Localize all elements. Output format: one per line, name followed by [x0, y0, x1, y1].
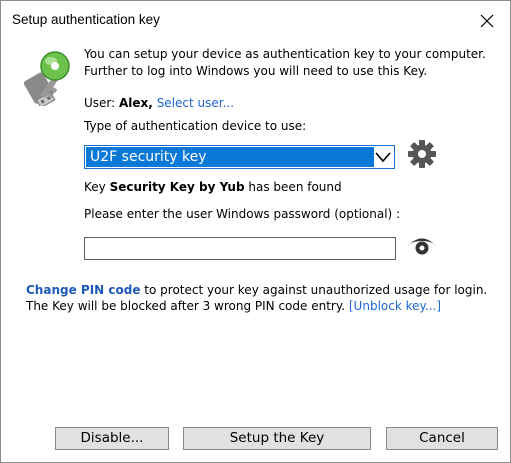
password-label: Please enter the user Windows password (…: [84, 207, 401, 221]
key-name: Security Key by Yub: [109, 180, 245, 194]
intro-line-1: You can setup your device as authenticat…: [84, 47, 486, 61]
device-type-label: Type of authentication device to use:: [84, 119, 307, 133]
pin-row-2: The Key will be blocked after 3 wrong PI…: [26, 299, 441, 313]
setup-key-button[interactable]: Setup the Key: [183, 427, 371, 450]
gear-icon[interactable]: [407, 139, 437, 169]
key-icon: [23, 51, 70, 106]
device-type-select[interactable]: U2F security key: [84, 145, 395, 169]
device-type-selected: U2F security key: [86, 147, 374, 167]
key-found-row: Key Security Key by Yub has been found: [84, 180, 342, 194]
user-label: User:: [84, 96, 116, 110]
pin-text-2: The Key will be blocked after 3 wrong PI…: [26, 299, 346, 313]
pin-row-1: Change PIN code to protect your key agai…: [26, 283, 487, 297]
title-bar: Setup authentication key: [1, 1, 510, 39]
select-user-link[interactable]: Select user...: [157, 96, 234, 110]
pin-text-1: to protect your key against unauthorized…: [144, 283, 488, 297]
window-title: Setup authentication key: [12, 12, 160, 27]
password-input[interactable]: [84, 237, 396, 260]
cancel-button[interactable]: Cancel: [386, 427, 498, 450]
intro-line-2: Further to log into Windows you will nee…: [84, 64, 428, 78]
change-pin-link[interactable]: Change PIN code: [26, 283, 140, 297]
user-name: Alex,: [119, 96, 153, 110]
eye-icon[interactable]: [406, 234, 438, 256]
setup-key-dialog: Setup authentication key You can setup y…: [0, 0, 511, 463]
close-icon: [480, 14, 494, 28]
key-found-suffix: has been found: [248, 180, 342, 194]
unblock-key-link[interactable]: [Unblock key...]: [349, 299, 441, 313]
disable-button[interactable]: Disable...: [55, 427, 169, 450]
chevron-down-icon: [375, 152, 391, 163]
close-button[interactable]: [467, 7, 507, 35]
key-found-prefix: Key: [84, 180, 106, 194]
user-row: User: Alex, Select user...: [84, 96, 234, 110]
